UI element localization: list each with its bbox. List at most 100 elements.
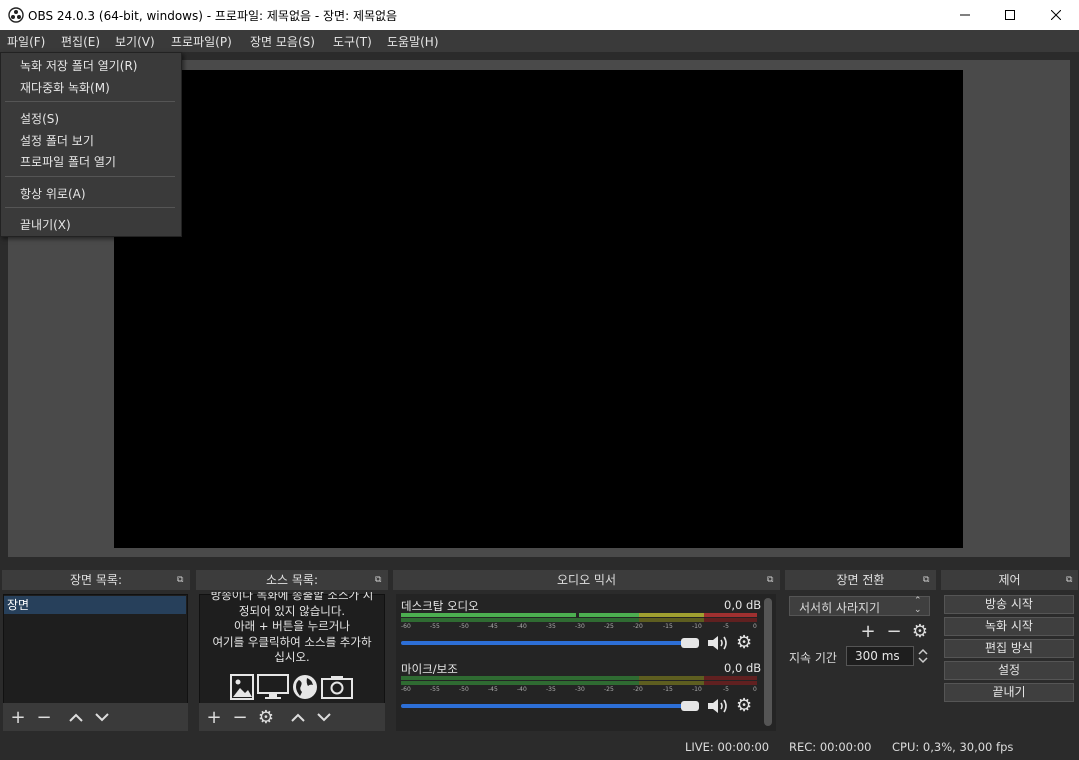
remove-transition-button[interactable]: − [883, 621, 905, 642]
scale-label: -45 [488, 686, 498, 693]
title-bar: OBS 24.0.3 (64-bit, windows) - 프로파일: 제목없… [0, 0, 1079, 30]
file-menu-dropdown: 녹화 저장 폴더 열기(R) 재다중화 녹화(M) 설정(S) 설정 폴더 보기… [0, 52, 182, 237]
meter-green-segment [401, 618, 639, 622]
move-scene-down-button[interactable] [91, 707, 113, 727]
meter-scale: -60 -55 -50 -45 -40 -35 -30 -25 -20 -15 … [401, 623, 761, 631]
menu-separator [5, 101, 175, 102]
source-properties-button[interactable]: ⚙ [255, 706, 277, 728]
remove-scene-button[interactable]: − [33, 707, 55, 728]
meter-yellow-segment [639, 676, 704, 680]
speaker-icon[interactable] [706, 634, 730, 652]
scale-label: -10 [692, 686, 702, 693]
scale-label: -20 [633, 686, 643, 693]
speaker-icon[interactable] [706, 697, 730, 715]
monitor-capture-icon [257, 674, 289, 699]
add-transition-button[interactable]: + [857, 620, 879, 642]
meter-red-segment [704, 681, 757, 685]
chevron-updown-icon: ⌃ ⌄ [914, 596, 922, 615]
scale-label: -10 [692, 623, 702, 630]
status-live: LIVE: 00:00:00 [685, 740, 770, 754]
obs-logo-icon [8, 7, 24, 23]
menu-show-profile-folder[interactable]: 프로파일 폴더 열기 [20, 153, 116, 170]
float-dock-icon[interactable]: ⧉ [177, 575, 187, 585]
menu-settings[interactable]: 설정(S) [20, 110, 59, 127]
scale-label: -20 [633, 623, 643, 630]
close-icon [1051, 10, 1061, 20]
menu-separator [5, 207, 175, 208]
start-recording-button[interactable]: 녹화 시작 [944, 617, 1074, 636]
move-source-down-button[interactable] [313, 707, 335, 727]
settings-button[interactable]: 설정 [944, 661, 1074, 680]
menu-remux-recordings[interactable]: 재다중화 녹화(M) [20, 79, 110, 96]
image-source-icon [230, 674, 254, 700]
transitions-title-label: 장면 전환 [836, 573, 885, 587]
gear-icon[interactable]: ⚙ [736, 695, 752, 716]
menu-always-on-top[interactable]: 항상 위로(A) [20, 185, 86, 202]
menu-help[interactable]: 도움말(H) [387, 33, 439, 50]
maximize-icon [1005, 10, 1015, 20]
add-source-button[interactable]: + [203, 706, 225, 728]
transition-properties-button[interactable]: ⚙ [909, 621, 931, 642]
browser-source-icon [293, 675, 317, 699]
transition-select[interactable]: 서서히 사라지기 ⌃ ⌄ [789, 596, 930, 616]
duration-input[interactable]: 300 ms [846, 646, 914, 666]
scale-label: -45 [488, 623, 498, 630]
float-dock-icon[interactable]: ⧉ [1066, 575, 1076, 585]
minimize-button[interactable] [942, 0, 988, 30]
volume-slider[interactable] [401, 704, 691, 708]
volume-slider[interactable] [401, 641, 691, 645]
mixer-scrollbar[interactable] [764, 598, 772, 726]
scale-label: -60 [401, 623, 411, 630]
meter-yellow-segment [639, 618, 704, 622]
spinner-arrows-icon [918, 648, 928, 664]
plus-icon: + [206, 706, 222, 728]
move-scene-up-button[interactable] [65, 707, 87, 727]
close-button[interactable] [1033, 0, 1079, 30]
menu-view[interactable]: 보기(V) [115, 33, 155, 50]
gear-icon[interactable]: ⚙ [736, 632, 752, 653]
preview-canvas[interactable] [114, 70, 963, 548]
mixer-title-label: 오디오 믹서 [556, 573, 616, 587]
scale-label: -25 [604, 623, 614, 630]
maximize-button[interactable] [987, 0, 1033, 30]
menu-profile[interactable]: 프로파일(P) [171, 33, 232, 50]
mixer-dock-title: 오디오 믹서 [393, 570, 780, 590]
chevron-down-icon [95, 713, 109, 722]
volume-slider-handle[interactable] [681, 701, 699, 711]
controls-dock-title: 제어 [941, 570, 1078, 590]
remove-source-button[interactable]: − [229, 707, 251, 728]
scenes-toolbar: + − [3, 703, 188, 731]
scene-item[interactable]: 장면 [4, 596, 186, 614]
move-source-up-button[interactable] [287, 707, 309, 727]
menu-tools[interactable]: 도구(T) [333, 33, 372, 50]
scale-label: -15 [663, 686, 673, 693]
status-cpu: CPU: 0,3%, 30,00 fps [892, 740, 1014, 754]
float-dock-icon[interactable]: ⧉ [923, 575, 933, 585]
menu-show-settings-folder[interactable]: 설정 폴더 보기 [20, 132, 94, 149]
scale-label: -50 [459, 623, 469, 630]
transition-select-value: 서서히 사라지기 [799, 601, 881, 615]
gear-icon: ⚙ [257, 706, 275, 728]
float-dock-icon[interactable]: ⧉ [767, 575, 777, 585]
float-dock-icon[interactable]: ⧉ [375, 575, 385, 585]
menu-open-recordings-folder[interactable]: 녹화 저장 폴더 열기(R) [20, 57, 137, 74]
meter-red-segment [704, 618, 757, 622]
scale-label: -55 [430, 686, 440, 693]
exit-button[interactable]: 끝내기 [944, 683, 1074, 702]
studio-mode-button[interactable]: 편집 방식 [944, 639, 1074, 658]
menu-edit[interactable]: 편집(E) [61, 33, 100, 50]
scale-label: -50 [459, 686, 469, 693]
plus-icon: + [860, 620, 876, 642]
menu-exit[interactable]: 끝내기(X) [20, 216, 71, 233]
meter-green-segment [401, 613, 576, 617]
menu-file[interactable]: 파일(F) [7, 33, 45, 50]
scale-label: -35 [546, 686, 556, 693]
volume-slider-handle[interactable] [681, 638, 699, 648]
start-streaming-button[interactable]: 방송 시작 [944, 595, 1074, 614]
scenes-dock-title: 장면 목록: [2, 570, 190, 590]
menu-scene-collection[interactable]: 장면 모음(S) [250, 33, 315, 50]
scale-label: -5 [723, 686, 729, 693]
duration-spinner[interactable] [916, 646, 930, 666]
audio-meter [401, 612, 757, 623]
add-scene-button[interactable]: + [7, 707, 29, 728]
